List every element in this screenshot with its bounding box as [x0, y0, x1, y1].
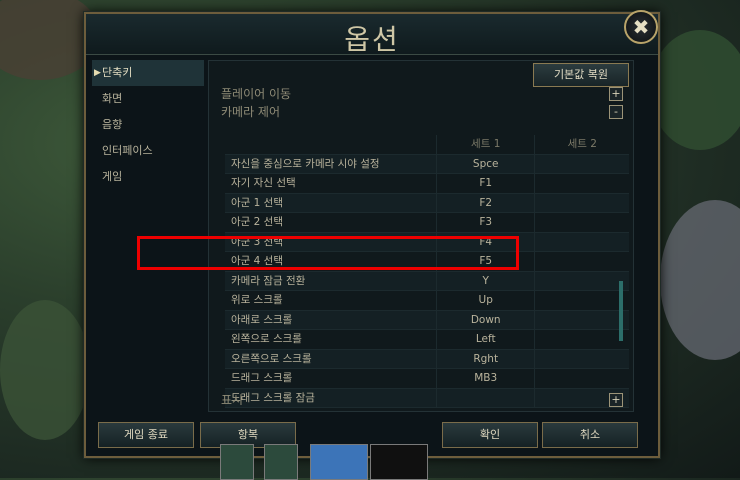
- hotkey-set2[interactable]: [534, 310, 629, 329]
- action-label: 카메라 잠금 전환: [231, 274, 306, 287]
- expand-icon[interactable]: +: [609, 393, 623, 407]
- hotkey-set1[interactable]: Y: [435, 271, 535, 290]
- table-row: 아군 1 선택 F2: [225, 193, 629, 213]
- sidebar-item-sound[interactable]: 음향: [92, 112, 204, 138]
- title-bar: 옵션: [86, 14, 658, 56]
- expand-icon[interactable]: +: [609, 87, 623, 101]
- quit-game-button[interactable]: 게임 종료: [98, 422, 194, 448]
- section-player-move[interactable]: 플레이어 이동: [221, 85, 291, 103]
- table-row: 드래그 스크롤 잠금: [225, 388, 629, 408]
- table-row: 드래그 스크롤 MB3: [225, 369, 629, 389]
- header-set2: 세트 2: [534, 135, 629, 154]
- hotkey-set2[interactable]: [534, 193, 629, 212]
- hotkey-set1[interactable]: Up: [435, 291, 535, 310]
- table-header: 세트 1 세트 2: [225, 135, 629, 155]
- hud-bar: [220, 440, 430, 480]
- hotkey-set2[interactable]: [534, 232, 629, 251]
- item-slot-icon[interactable]: [264, 444, 298, 480]
- action-label: 드래그 스크롤: [231, 372, 293, 384]
- sidebar-item-hotkeys[interactable]: ▶ 단축키: [92, 60, 204, 86]
- hotkey-set1[interactable]: Spce: [435, 154, 535, 173]
- action-label: 자기 자신 선택: [231, 177, 296, 189]
- action-label: 아군 1 선택: [231, 196, 283, 209]
- action-label: 위로 스크롤: [231, 294, 283, 306]
- table-row: 자기 자신 선택 F1: [225, 174, 629, 194]
- background-terrain: [0, 300, 90, 440]
- hotkey-set1[interactable]: Down: [435, 310, 535, 329]
- table-row: 아군 2 선택 F3: [225, 213, 629, 233]
- sidebar-item-game[interactable]: 게임: [92, 164, 204, 190]
- hotkey-set1[interactable]: F3: [435, 213, 535, 232]
- close-icon[interactable]: ✖: [624, 10, 658, 44]
- hotkey-set1[interactable]: MB3: [435, 369, 535, 388]
- hotkey-set2[interactable]: [534, 369, 629, 388]
- action-label: 왼쪽으로 스크롤: [231, 333, 302, 345]
- background-terrain: [660, 200, 740, 360]
- highlight-box: [137, 236, 519, 270]
- sidebar-item-label: 인터페이스: [102, 144, 153, 157]
- action-label: 드래그 스크롤 잠금: [231, 391, 315, 404]
- options-sidebar: ▶ 단축키 화면 음향 인터페이스 게임: [92, 60, 204, 410]
- sidebar-item-label: 화면: [102, 92, 123, 105]
- hotkey-set2[interactable]: [534, 271, 629, 290]
- spell-icon[interactable]: [370, 444, 428, 480]
- restore-defaults-button[interactable]: 기본값 복원: [533, 63, 629, 87]
- table-row: 카메라 잠금 전환 Y: [225, 271, 629, 291]
- item-slot-icon[interactable]: [220, 444, 254, 480]
- options-dialog: 옵션 ✖ ▶ 단축키 화면 음향 인터페이스 게임 기본값 복원 플레이어 이동…: [84, 10, 660, 458]
- hotkey-set1[interactable]: Rght: [435, 349, 535, 368]
- dialog-title: 옵션: [344, 23, 400, 56]
- section-display[interactable]: 표시: [221, 391, 243, 409]
- table-row: 위로 스크롤 Up: [225, 291, 629, 311]
- sidebar-item-label: 단축키: [102, 66, 133, 79]
- sidebar-item-interface[interactable]: 인터페이스: [92, 138, 204, 164]
- champion-icon[interactable]: [310, 444, 368, 480]
- table-row: 아래로 스크롤 Down: [225, 310, 629, 330]
- table-row: 자신을 중심으로 카메라 시야 설정 Spce: [225, 154, 629, 174]
- hotkey-set2[interactable]: [534, 213, 629, 232]
- table-row: 오른쪽으로 스크롤 Rght: [225, 349, 629, 369]
- chevron-right-icon: ▶: [94, 68, 101, 78]
- hotkey-set2[interactable]: [534, 252, 629, 271]
- sidebar-item-label: 게임: [102, 170, 123, 183]
- hotkey-set2[interactable]: [534, 330, 629, 349]
- collapse-icon[interactable]: -: [609, 105, 623, 119]
- header-set1: 세트 1: [435, 135, 535, 154]
- sidebar-item-video[interactable]: 화면: [92, 86, 204, 112]
- action-label: 아군 2 선택: [231, 216, 283, 228]
- table-row: 왼쪽으로 스크롤 Left: [225, 330, 629, 350]
- hotkey-set2[interactable]: [534, 291, 629, 310]
- cancel-button[interactable]: 취소: [542, 422, 638, 448]
- action-label: 오른쪽으로 스크롤: [231, 352, 312, 365]
- background-terrain: [650, 30, 740, 150]
- hotkey-set1[interactable]: Left: [435, 330, 535, 349]
- hotkey-set1[interactable]: F1: [435, 174, 535, 193]
- header-action: [225, 135, 436, 154]
- hotkey-set2[interactable]: [534, 154, 629, 173]
- hotkey-set1[interactable]: [435, 388, 535, 407]
- action-label: 아래로 스크롤: [231, 313, 293, 326]
- hotkey-set2[interactable]: [534, 349, 629, 368]
- section-camera-control[interactable]: 카메라 제어: [221, 103, 280, 121]
- hotkey-set1[interactable]: F2: [435, 193, 535, 212]
- hotkey-table: 세트 1 세트 2 자신을 중심으로 카메라 시야 설정 Spce 자기 자신 선…: [225, 135, 629, 408]
- hotkey-set2[interactable]: [534, 174, 629, 193]
- action-label: 자신을 중심으로 카메라 시야 설정: [231, 157, 380, 170]
- sidebar-item-label: 음향: [102, 118, 123, 131]
- ok-button[interactable]: 확인: [442, 422, 538, 448]
- scrollbar[interactable]: [619, 281, 623, 341]
